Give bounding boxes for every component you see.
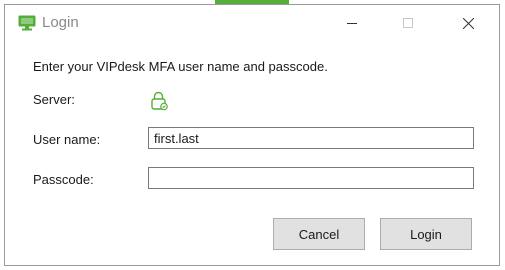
username-label: User name: xyxy=(33,132,101,147)
window-title: Login xyxy=(42,14,79,31)
close-button[interactable] xyxy=(445,5,491,41)
passcode-label: Passcode: xyxy=(33,172,94,187)
monitor-icon xyxy=(18,15,36,31)
title-bar: Login xyxy=(5,5,499,41)
instruction-text: Enter your VIPdesk MFA user name and pas… xyxy=(33,59,328,74)
minimize-button[interactable] xyxy=(329,5,375,41)
minimize-icon xyxy=(347,23,357,24)
login-button[interactable]: Login xyxy=(380,218,472,250)
close-icon xyxy=(462,17,474,29)
maximize-icon xyxy=(403,18,413,28)
maximize-button[interactable] xyxy=(385,5,431,41)
lock-icon xyxy=(151,91,168,111)
passcode-input[interactable] xyxy=(148,167,474,189)
login-dialog: Login Enter your VIPdesk MFA user name a… xyxy=(4,4,500,266)
cancel-button[interactable]: Cancel xyxy=(273,218,365,250)
server-label: Server: xyxy=(33,92,75,107)
username-input[interactable] xyxy=(148,127,474,149)
